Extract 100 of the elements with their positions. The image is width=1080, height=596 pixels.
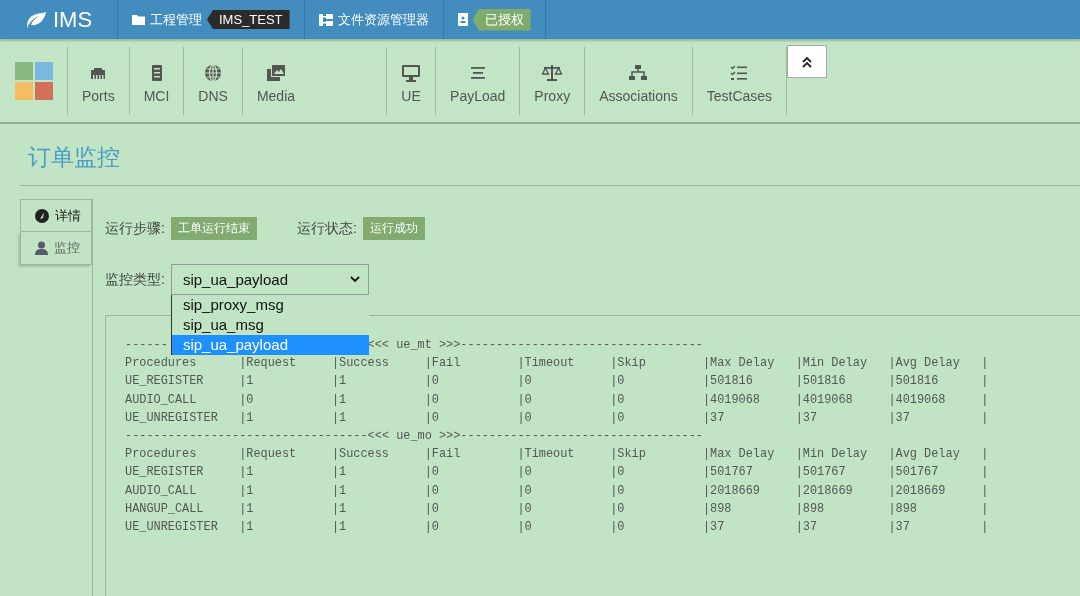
field-label: 运行步骤: [105, 219, 165, 238]
folder-icon [132, 14, 145, 25]
table-cell-text: |2018669 [702, 482, 760, 500]
column-header: |Max Delay [702, 446, 775, 464]
field-label: 运行状态: [296, 219, 357, 238]
column-header: |Min Delay [795, 355, 867, 373]
column-header: |Timeout [517, 446, 575, 464]
table-cell-text: |0 [610, 500, 625, 518]
gauge-icon [35, 208, 49, 223]
column-header: |Skip [610, 355, 646, 373]
table-cell-text: |0 [517, 500, 532, 518]
chevron-down-icon [349, 276, 360, 283]
column-header: Procedures [125, 446, 197, 464]
column-header: |Fail [424, 446, 461, 464]
id-badge-icon [457, 13, 468, 26]
table-cell-text: |4019068 [795, 391, 853, 409]
status-badge: 工单运行结束 [170, 217, 257, 240]
column-header: |Max Delay [702, 355, 775, 373]
leaf-icon [25, 10, 47, 29]
table-cell-text: |0 [610, 519, 625, 537]
monitor-icon [401, 63, 422, 82]
column-header: |Success [331, 355, 389, 373]
status-badge: 运行成功 [362, 217, 425, 240]
table-cell-text: |0 [517, 519, 532, 537]
table-cell-text: |0 [424, 373, 439, 391]
column-header: | [981, 355, 989, 373]
column-header: |Success [331, 446, 389, 464]
separator-text: ----------------------------------<<< ue_mo >>>---------------------------------- [125, 428, 703, 445]
table-cell-text: |0 [424, 464, 439, 482]
dropdown-option[interactable]: sip_proxy_msg [171, 295, 369, 315]
table-cell-text: UE_REGISTER [125, 464, 204, 482]
table-cell-text: |1 [239, 373, 254, 391]
table-cell-text: |1 [239, 519, 254, 537]
toolbar-button[interactable]: Media [241, 46, 326, 115]
brand-name: IMS [53, 6, 93, 33]
table-cell-text: |1 [239, 482, 254, 500]
table-cell-text: |898 [795, 500, 825, 518]
toolbar-button[interactable]: PayLoad [435, 46, 520, 115]
column-header: |Request [239, 355, 297, 373]
status-tag: 已授权 [472, 8, 531, 31]
table-cell-text: |501816 [702, 373, 753, 391]
toolbar-button[interactable]: Ports [67, 46, 129, 115]
table-cell-text: |1 [331, 519, 347, 537]
toolbar-button[interactable]: UE [386, 46, 436, 115]
table-cell-text: HANGUP_CALL [125, 500, 204, 518]
field-label: 监控类型: [105, 270, 165, 289]
toolbar-button[interactable]: Associations [584, 46, 692, 115]
toolbar-button[interactable]: MCI [128, 46, 184, 115]
table-cell-text: |1 [331, 464, 347, 482]
table-cell-text: |0 [610, 409, 625, 427]
table-cell-text: |37 [795, 409, 818, 427]
checklist-icon [729, 63, 750, 82]
table-cell-text: |0 [424, 391, 439, 409]
table-cell-text: |501767 [795, 464, 846, 482]
toolbar-button[interactable]: DNS [183, 46, 242, 115]
table-cell-text: |0 [610, 482, 625, 500]
table-cell-text: |37 [702, 409, 725, 427]
table-cell-text: |501767 [888, 464, 939, 482]
user-icon [35, 241, 48, 255]
side-tab[interactable]: 监控 [20, 232, 92, 265]
table-cell-text: | [981, 464, 989, 482]
table-cell-text: UE_UNREGISTER [125, 519, 218, 537]
table-cell-text: |0 [239, 391, 254, 409]
table-cell-text: | [981, 409, 989, 427]
table-cell-text: |37 [702, 519, 725, 537]
column-header: |Avg Delay [888, 355, 960, 373]
table-cell-text: | [981, 482, 989, 500]
table-cell-text: |0 [517, 373, 532, 391]
table-cell-text: |0 [424, 500, 439, 518]
column-header: |Avg Delay [888, 446, 960, 464]
column-header: Procedures [125, 355, 197, 373]
table-cell-text: | [981, 500, 989, 518]
table-cell-text: |501816 [795, 373, 846, 391]
status-tag: IMS_TEST [207, 10, 290, 29]
table-cell-text: |0 [517, 391, 532, 409]
sitemap-icon [318, 13, 333, 26]
table-cell-text: |1 [331, 373, 347, 391]
table-cell-text: |4019068 [888, 391, 946, 409]
column-header: |Request [239, 446, 297, 464]
monitor-type-dropdown[interactable]: sip_ua_payload [170, 264, 369, 295]
table-cell-text: |1 [239, 500, 254, 518]
table-cell-text: |1 [331, 391, 347, 409]
table-cell-text: |0 [517, 482, 532, 500]
dropdown-option[interactable]: sip_ua_msg [171, 315, 369, 335]
table-cell-text: |898 [888, 500, 917, 518]
column-header: |Fail [424, 355, 461, 373]
column-header: |Min Delay [795, 446, 867, 464]
table-cell-text: AUDIO_CALL [125, 391, 197, 409]
table-cell-text: |0 [610, 373, 625, 391]
column-header: | [981, 446, 989, 464]
toolbar-button[interactable]: Proxy [519, 46, 585, 115]
scale-icon [542, 63, 563, 82]
page-title: 订单监控 [27, 143, 121, 172]
table-cell-text: |0 [610, 391, 625, 409]
dropdown-option[interactable]: sip_ua_payload [171, 335, 369, 355]
collapse-button[interactable] [787, 45, 828, 78]
table-cell-text: |0 [424, 519, 439, 537]
table-cell-text: | [981, 391, 989, 409]
table-cell-text: UE_REGISTER [125, 373, 204, 391]
side-tab[interactable]: 详情 [20, 199, 92, 232]
